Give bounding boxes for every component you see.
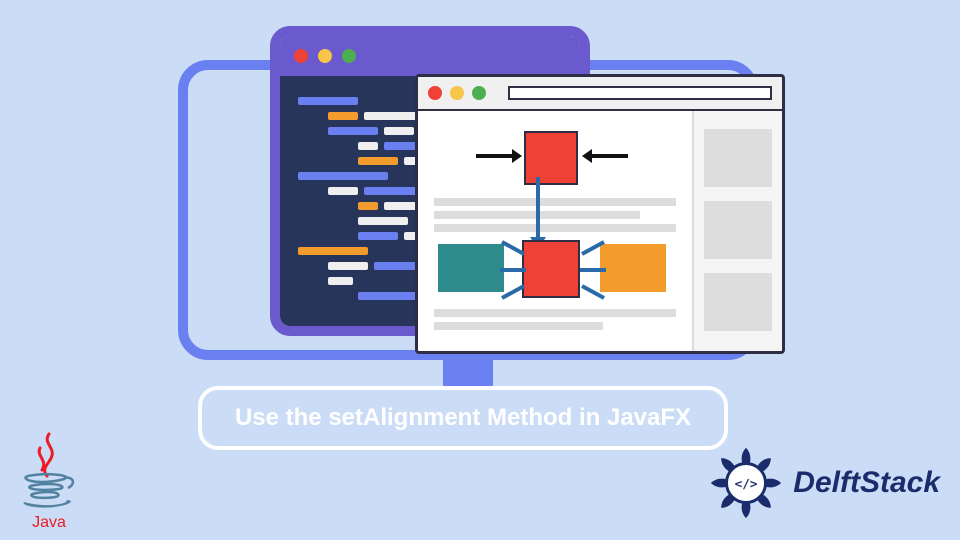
traffic-light-yellow-icon (318, 49, 332, 63)
code-editor-titlebar (280, 36, 580, 76)
content-line (434, 224, 676, 232)
sidebar-block (704, 201, 772, 259)
traffic-light-red-icon (294, 49, 308, 63)
browser-main-content (418, 111, 692, 354)
content-line (434, 309, 676, 317)
title-banner: Use the setAlignment Method in JavaFX (198, 386, 728, 450)
java-cup-icon (14, 428, 84, 518)
traffic-light-green-icon (342, 49, 356, 63)
aligned-box-red-center (522, 240, 580, 298)
delftstack-logo: </> DelftStack (707, 444, 940, 522)
content-line (434, 322, 603, 330)
browser-body (418, 111, 782, 354)
svg-text:</>: </> (735, 476, 758, 491)
browser-sidebar (692, 111, 782, 354)
sidebar-block (704, 273, 772, 331)
browser-titlebar (418, 77, 782, 111)
arrow-right-icon (474, 147, 522, 165)
traffic-light-green-icon (472, 86, 486, 100)
delftstack-logo-text: DelftStack (793, 466, 940, 500)
traffic-light-yellow-icon (450, 86, 464, 100)
java-logo-text: Java (32, 514, 66, 532)
content-line (434, 198, 676, 206)
title-text: Use the setAlignment Method in JavaFX (235, 404, 691, 431)
burst-lines-right-icon (578, 236, 608, 304)
aligned-box-orange (600, 244, 666, 292)
address-bar (508, 86, 772, 100)
traffic-light-red-icon (428, 86, 442, 100)
aligned-box-teal (438, 244, 504, 292)
burst-lines-left-icon (498, 236, 528, 304)
browser-alignment-demo-window (415, 74, 785, 354)
java-logo: Java (14, 428, 84, 532)
arrow-left-icon (582, 147, 630, 165)
delftstack-emblem-icon: </> (707, 444, 785, 522)
sidebar-block (704, 129, 772, 187)
